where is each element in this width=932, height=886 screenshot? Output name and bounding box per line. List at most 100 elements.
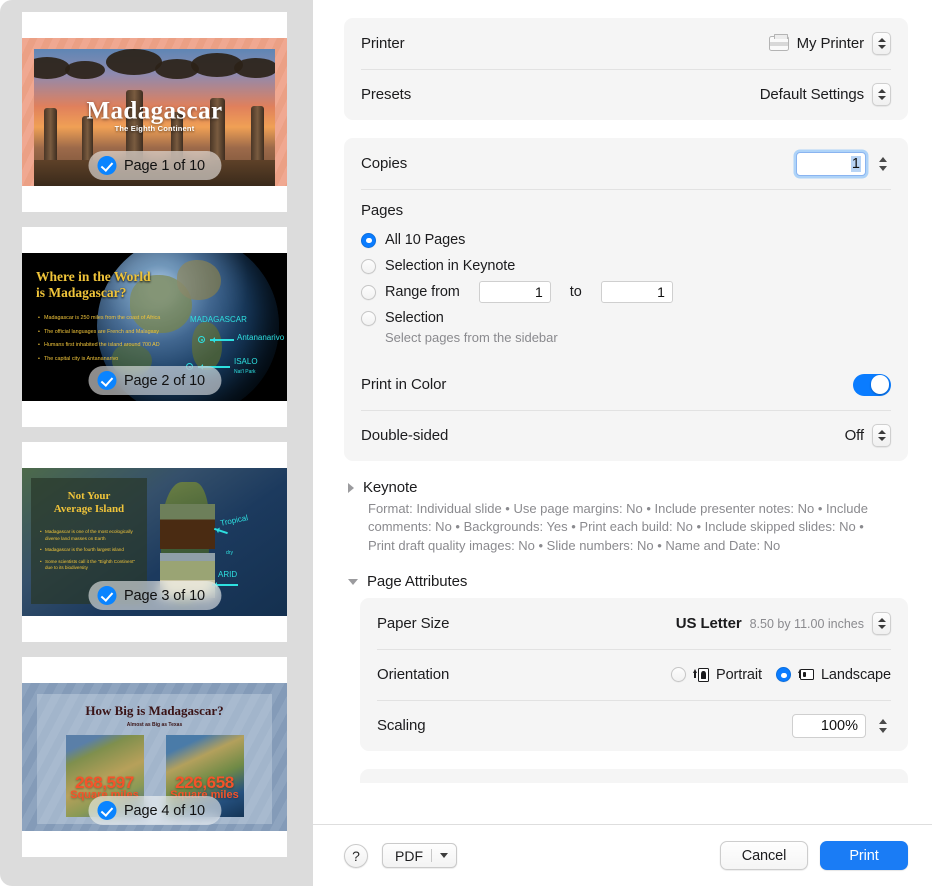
keynote-section-summary: Format: Individual slide • Use page marg… <box>368 501 868 553</box>
chevron-updown-icon[interactable] <box>872 83 891 106</box>
radio-landscape[interactable] <box>775 667 791 683</box>
checkmark-icon <box>96 156 116 175</box>
double-sided-row[interactable]: Double-sided Off <box>344 410 908 461</box>
presets-control[interactable]: Default Settings <box>760 83 891 106</box>
checkmark-icon <box>96 801 116 820</box>
radio-all-pages-label: All 10 Pages <box>385 232 466 248</box>
page-attributes-disclosure-header[interactable]: Page Attributes <box>348 573 908 590</box>
keynote-section-title: Keynote <box>363 479 418 496</box>
copies-input[interactable]: 1 <box>796 151 866 176</box>
slide-2-bullets: Madagascar is 250 miles from the coast o… <box>38 315 186 370</box>
cancel-button[interactable]: Cancel <box>720 841 808 870</box>
scaling-row[interactable]: Scaling 100% <box>360 700 908 751</box>
orientation-control[interactable]: Portrait Landscape <box>671 667 891 683</box>
keynote-disclosure-header[interactable]: Keynote <box>348 479 908 496</box>
copies-pages-card: Copies 1 Pages All 10 Pages Selection in… <box>344 138 908 461</box>
pages-selection-hint: Select pages from the sidebar <box>385 330 558 345</box>
thumbnail-page-1[interactable]: Madagascar The Eighth Continent Page 1 o… <box>22 12 287 212</box>
presets-row[interactable]: Presets Default Settings <box>344 69 908 120</box>
radio-range-label: Range from <box>385 284 460 300</box>
pages-option-all[interactable]: All 10 Pages <box>361 227 891 253</box>
pages-label: Pages <box>361 202 404 219</box>
slide-1-subtitle: The Eighth Continent <box>114 124 195 133</box>
orientation-option-landscape[interactable]: Landscape <box>775 667 891 683</box>
double-sided-label: Double-sided <box>361 427 449 444</box>
print-in-color-toggle[interactable] <box>853 373 891 396</box>
pdf-separator <box>431 849 432 862</box>
print-in-color-control[interactable] <box>853 373 891 396</box>
slide-3-heading: Not Your Average Island <box>53 490 125 516</box>
radio-selection[interactable] <box>361 310 376 326</box>
slide-1-title: Madagascar <box>86 97 223 125</box>
scaling-control[interactable]: 100% <box>792 713 891 738</box>
page-thumbnails-sidebar[interactable]: Madagascar The Eighth Continent Page 1 o… <box>0 0 313 886</box>
radio-selection-in-keynote[interactable] <box>361 258 376 274</box>
checkmark-icon <box>96 371 116 390</box>
annotation-small: dry <box>226 550 233 556</box>
slide-4-title: How Big is Madagascar? <box>85 703 224 718</box>
chevron-updown-icon[interactable] <box>872 32 891 55</box>
chevron-updown-icon[interactable] <box>872 424 891 447</box>
radio-all-pages[interactable] <box>361 232 376 248</box>
print-in-color-row[interactable]: Print in Color <box>344 359 908 410</box>
page-badge-label: Page 1 of 10 <box>123 157 206 174</box>
radio-range[interactable] <box>361 284 376 300</box>
printer-control[interactable]: My Printer <box>768 32 891 55</box>
page-badge-4[interactable]: Page 4 of 10 <box>87 796 222 825</box>
help-button[interactable]: ? <box>344 843 368 868</box>
chevron-down-icon[interactable] <box>440 853 448 858</box>
chevron-right-icon[interactable] <box>348 482 354 493</box>
scaling-input[interactable]: 100% <box>792 713 866 738</box>
printer-row[interactable]: Printer My Printer <box>344 18 908 69</box>
keynote-section: Keynote Format: Individual slide • Use p… <box>344 479 908 555</box>
portrait-label: Portrait <box>716 666 762 683</box>
slide-preview-1: Madagascar The Eighth Continent Page 1 o… <box>22 38 287 186</box>
chevron-down-icon[interactable] <box>348 578 358 585</box>
print-options-scroll-area[interactable]: Printer My Printer Presets Default Setti… <box>313 0 932 824</box>
page-attributes-card: Paper Size US Letter 8.50 by 11.00 inche… <box>360 598 908 752</box>
copies-row[interactable]: Copies 1 <box>344 138 908 189</box>
print-in-color-label: Print in Color <box>361 376 447 393</box>
page-badge-3[interactable]: Page 3 of 10 <box>87 581 222 610</box>
annotation-country: MADAGASCAR <box>190 315 247 324</box>
page-badge-1[interactable]: Page 1 of 10 <box>87 151 222 180</box>
pages-option-selection[interactable]: Selection <box>361 305 891 331</box>
double-sided-control[interactable]: Off <box>845 424 891 447</box>
checkmark-icon <box>96 586 116 605</box>
pdf-button[interactable]: PDF <box>382 843 457 868</box>
scaling-stepper[interactable] <box>874 713 891 738</box>
printer-value: My Printer <box>796 35 864 52</box>
orientation-option-portrait[interactable]: Portrait <box>671 667 762 683</box>
double-sided-value: Off <box>844 427 865 444</box>
slide-preview-3: Not Your Average Island Madagascar is on… <box>22 468 287 616</box>
printer-presets-card: Printer My Printer Presets Default Setti… <box>344 18 908 120</box>
pages-option-selection-in-app[interactable]: Selection in Keynote <box>361 253 891 279</box>
range-from-input[interactable]: 1 <box>478 281 551 303</box>
copies-control[interactable]: 1 <box>796 151 891 176</box>
orientation-row[interactable]: Orientation Portrait Landscape <box>360 649 908 700</box>
paper-size-detail: 8.50 by 11.00 inches <box>749 616 864 631</box>
chevron-updown-icon[interactable] <box>872 612 891 636</box>
radio-portrait[interactable] <box>671 667 686 683</box>
page-badge-label: Page 2 of 10 <box>123 372 206 389</box>
pages-option-range[interactable]: Range from 1 to 1 <box>361 279 891 305</box>
print-button[interactable]: Print <box>820 841 908 870</box>
paper-size-row[interactable]: Paper Size US Letter 8.50 by 11.00 inche… <box>360 598 908 649</box>
page-badge-2[interactable]: Page 2 of 10 <box>87 366 222 395</box>
dialog-bottom-bar: ? PDF Cancel Print <box>313 824 932 886</box>
print-options-panel: Printer My Printer Presets Default Setti… <box>313 0 932 886</box>
clipped-card-top <box>360 769 908 784</box>
paper-size-label: Paper Size <box>377 615 450 633</box>
copies-stepper[interactable] <box>874 151 891 176</box>
copies-value: 1 <box>850 155 861 172</box>
printer-label: Printer <box>361 35 405 52</box>
thumbnail-page-3[interactable]: Not Your Average Island Madagascar is on… <box>22 442 287 642</box>
thumbnail-page-2[interactable]: Where in the World is Madagascar? Madaga… <box>22 227 287 427</box>
thumbnail-page-4[interactable]: How Big is Madagascar? Almost as Big as … <box>22 657 287 857</box>
presets-value: Default Settings <box>759 86 864 103</box>
portrait-icon <box>693 667 709 683</box>
presets-label: Presets <box>361 86 412 103</box>
range-to-input[interactable]: 1 <box>600 281 673 303</box>
annotation-arid: ARID <box>218 570 238 579</box>
paper-size-control[interactable]: US Letter 8.50 by 11.00 inches <box>676 612 891 636</box>
